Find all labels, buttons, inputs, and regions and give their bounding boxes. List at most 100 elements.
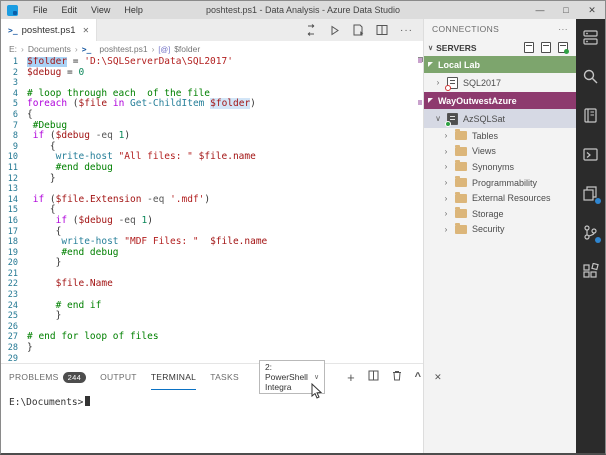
breadcrumb-symbol[interactable]: $folder [174, 44, 200, 54]
code-line[interactable]: 12 } [1, 173, 423, 185]
overview-ruler[interactable] [417, 57, 423, 363]
folder-icon [455, 191, 467, 203]
tab-tasks[interactable]: TASKS [210, 364, 239, 390]
chevron-right-icon[interactable]: › [442, 178, 450, 187]
chevron-down-icon[interactable]: ∨ [434, 114, 442, 123]
kill-terminal-icon[interactable] [392, 368, 402, 386]
tab-problems[interactable]: PROBLEMS 244 [9, 364, 87, 390]
code-line[interactable]: 28} [1, 342, 423, 354]
code-token: $folder [210, 98, 251, 110]
new-terminal-icon[interactable]: + [347, 371, 355, 384]
code-token: ) [204, 193, 211, 205]
connections-icon[interactable] [582, 29, 600, 47]
menu-file[interactable]: File [26, 5, 55, 15]
line-number: 1 [12, 57, 18, 67]
folder-icon [455, 176, 467, 188]
active-connections-icon[interactable] [558, 42, 569, 54]
terminal[interactable]: E:\Documents> [1, 390, 423, 453]
code-token: if [32, 193, 45, 205]
code-editor[interactable]: 1 $folder = 'D:\SQLServerData\SQL2017' 2 $d… [1, 57, 423, 363]
split-terminal-icon[interactable] [368, 368, 379, 386]
servers-section-header[interactable]: ∨ SERVERS [424, 39, 576, 56]
chevron-right-icon[interactable]: › [442, 162, 450, 171]
code-line[interactable]: 5 foreach ($file in Get-ChildItem $folder… [1, 98, 423, 110]
run-query-icon[interactable] [329, 25, 340, 36]
close-button[interactable]: ✕ [579, 5, 605, 16]
server-node-sql2017[interactable]: › SQL2017 [424, 73, 576, 92]
source-control-icon[interactable] [582, 224, 601, 243]
breadcrumb-drive[interactable]: E: [9, 44, 17, 54]
code-line[interactable]: 14 if ($file.Extension -eq '.mdf') [1, 193, 423, 206]
more-actions-icon[interactable]: ··· [558, 24, 568, 34]
code-line[interactable]: 8 if ($debug -eq 1) [1, 130, 423, 142]
code-line[interactable]: 16 if ($debug -eq 1) [1, 214, 423, 227]
search-icon[interactable] [582, 68, 600, 86]
server-node-azsqlsat[interactable]: ∨ AzSQLSat [424, 109, 576, 128]
tree-item-storage[interactable]: › Storage [424, 206, 576, 222]
extensions-icon[interactable] [582, 263, 600, 281]
terminal-selector-value: 2: PowerShell Integra [264, 362, 308, 392]
code-token: ( [67, 98, 79, 110]
code-line[interactable]: 25 } [1, 310, 423, 322]
split-editor-icon[interactable] [376, 24, 388, 36]
tab-poshtest[interactable]: >_ poshtest.ps1 ✕ [1, 19, 98, 41]
chevron-right-icon[interactable]: › [442, 147, 450, 156]
badge-dot [594, 198, 601, 204]
menu-view[interactable]: View [84, 5, 117, 15]
code-line[interactable]: 11 #end debug [1, 162, 423, 174]
tree-item-views[interactable]: › Views [424, 144, 576, 160]
tree-item-programmability[interactable]: › Programmability [424, 175, 576, 191]
line-number: 15 [7, 205, 18, 216]
server-group-header[interactable]: WayOutwestAzure [424, 92, 576, 109]
menu-help[interactable]: Help [117, 5, 150, 15]
code-line[interactable]: 22 $file.Name [1, 279, 423, 290]
tree-item-external-resources[interactable]: › External Resources [424, 190, 576, 206]
tree-item-tables[interactable]: › Tables [424, 128, 576, 144]
tree-item-synonyms[interactable]: › Synonyms [424, 159, 576, 175]
code-token: -eq [118, 214, 136, 226]
close-panel-icon[interactable]: ✕ [434, 372, 442, 382]
open-changes-icon[interactable] [305, 24, 317, 36]
tree-item-security[interactable]: › Security [424, 222, 576, 238]
chevron-right-icon[interactable]: › [442, 209, 450, 218]
run-file-icon[interactable] [352, 24, 364, 36]
code-token: { [27, 140, 56, 152]
code-token: "MDF Files: " [124, 236, 199, 248]
minimize-button[interactable]: — [527, 5, 553, 16]
code-line[interactable]: 27 # end for loop of files [1, 332, 423, 343]
powershell-file-icon: >_ [8, 25, 18, 35]
tab-terminal[interactable]: TERMINAL [150, 364, 197, 390]
menu-edit[interactable]: Edit [55, 5, 85, 15]
copy-icon[interactable] [582, 185, 601, 204]
notebook-icon[interactable] [582, 107, 600, 125]
breadcrumb-folder[interactable]: Documents [28, 44, 71, 54]
terminal-icon[interactable] [582, 146, 600, 164]
code-line[interactable]: 20 } [1, 257, 423, 269]
maximize-button[interactable]: □ [553, 5, 579, 16]
breadcrumb[interactable]: E: › Documents › >_ poshtest.ps1 › [@] $… [1, 41, 423, 57]
tab-close-icon[interactable]: ✕ [83, 26, 90, 35]
line-number: 6 [12, 109, 18, 120]
chevron-right-icon[interactable]: › [434, 78, 442, 87]
maximize-panel-icon[interactable]: ^ [415, 371, 421, 383]
code-token: $folder [27, 57, 68, 67]
breadcrumb-file[interactable]: poshtest.ps1 [99, 44, 147, 54]
more-actions-icon[interactable]: ··· [400, 25, 413, 36]
code-token: in [112, 98, 125, 110]
code-line[interactable]: 29 [1, 354, 423, 363]
chevron-right-icon[interactable]: › [442, 194, 450, 203]
server-group-header[interactable]: Local Lab [424, 56, 576, 73]
powershell-file-icon: >_ [81, 44, 92, 54]
tab-output[interactable]: OUTPUT [100, 364, 137, 390]
line-number: 14 [7, 194, 18, 205]
code-line[interactable]: 19 #end debug [1, 247, 423, 259]
code-line[interactable]: 24 # end if [1, 300, 423, 312]
new-connection-icon[interactable] [524, 42, 534, 53]
code-line[interactable]: 2 $debug = 0 [1, 67, 423, 79]
chevron-right-icon[interactable]: › [442, 225, 450, 234]
server-name: SQL2017 [463, 77, 502, 88]
new-server-group-icon[interactable] [541, 42, 551, 53]
chevron-right-icon[interactable]: › [442, 131, 450, 140]
terminal-selector-dropdown[interactable]: 2: PowerShell Integra ∨ [258, 360, 326, 394]
